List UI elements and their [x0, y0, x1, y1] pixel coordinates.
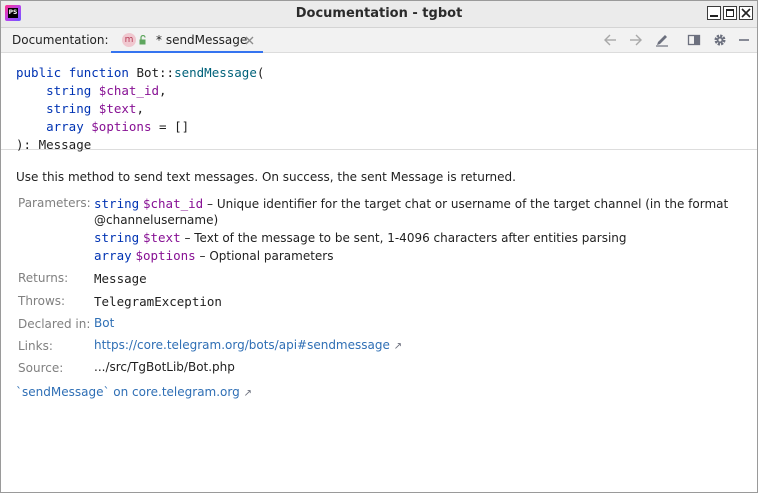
tab-title: * sendMessage	[156, 33, 248, 47]
unlock-icon	[139, 35, 146, 45]
param-var: $chat_id	[142, 196, 204, 211]
param-type: string	[46, 83, 92, 98]
links-label: Links:	[18, 339, 53, 353]
keyword-public: public	[16, 65, 62, 80]
minimize-panel-icon[interactable]	[737, 33, 751, 47]
returns-label: Returns:	[18, 271, 69, 285]
external-link-icon: ↗	[393, 341, 403, 352]
close-button[interactable]	[739, 6, 753, 20]
forward-arrow-icon[interactable]	[629, 33, 643, 47]
param-row: string $text – Text of the message to be…	[94, 230, 627, 245]
class-name: Bot::	[136, 65, 175, 80]
method-signature: public function Bot::sendMessage( string…	[1, 53, 757, 152]
param-type: string	[94, 196, 140, 211]
tab-sendmessage[interactable]: m * sendMessage	[111, 28, 263, 53]
documentation-toolbar: Documentation: m * sendMessage	[1, 28, 757, 53]
external-link-icon: ↗	[243, 388, 252, 399]
edit-source-icon[interactable]	[655, 33, 669, 47]
param-type: string	[94, 230, 140, 245]
param-description: – Optional parameters	[195, 249, 334, 263]
param-var: $text	[98, 101, 137, 116]
function-name: sendMessage	[174, 65, 257, 80]
api-doc-link-text: https://core.telegram.org/bots/api#sendm…	[94, 338, 390, 352]
external-doc-link-text: `sendMessage` on core.telegram.org	[16, 385, 240, 399]
param-description: – Unique identifier for the target chat …	[203, 197, 729, 211]
param-var: $options	[135, 248, 196, 263]
returns-value: Message	[94, 271, 147, 286]
throws-label: Throws:	[18, 294, 66, 308]
source-label: Source:	[18, 361, 64, 375]
open-paren: (	[256, 65, 265, 80]
documentation-label: Documentation:	[12, 33, 109, 47]
throws-value: TelegramException	[94, 294, 222, 309]
param-suffix: ,	[136, 101, 144, 116]
back-arrow-icon[interactable]	[603, 33, 617, 47]
param-row: array $options – Optional parameters	[94, 248, 333, 263]
window-controls	[707, 6, 753, 20]
close-icon	[741, 8, 751, 18]
param-suffix: = []	[151, 119, 190, 134]
api-doc-link[interactable]: https://core.telegram.org/bots/api#sendm…	[94, 338, 402, 352]
maximize-button[interactable]	[723, 6, 737, 20]
open-in-window-icon[interactable]	[687, 33, 701, 47]
param-type: string	[46, 101, 92, 116]
source-path: .../src/TgBotLib/Bot.php	[94, 360, 235, 374]
title-bar[interactable]: PS Documentation - tgbot	[1, 1, 757, 28]
parameters-label: Parameters:	[18, 196, 91, 210]
tab-close-icon[interactable]	[245, 36, 254, 45]
param-description-continuation: @channelusername)	[94, 213, 219, 227]
return-type-line: ): Message	[16, 137, 92, 152]
param-type: array	[94, 248, 132, 263]
minimize-button[interactable]	[707, 6, 721, 20]
method-description: Use this method to send text messages. O…	[16, 170, 516, 184]
gear-icon[interactable]	[713, 33, 727, 47]
window-title: Documentation - tgbot	[295, 6, 463, 21]
param-var: $text	[142, 230, 181, 245]
documentation-content: public function Bot::sendMessage( string…	[1, 53, 757, 492]
param-type: array	[46, 119, 84, 134]
external-doc-link[interactable]: `sendMessage` on core.telegram.org ↗	[16, 385, 252, 399]
param-var: $options	[91, 119, 152, 134]
param-var: $chat_id	[98, 83, 160, 98]
declared-in-label: Declared in:	[18, 317, 91, 331]
param-suffix: ,	[159, 83, 167, 98]
method-icon: m	[122, 33, 136, 47]
documentation-window: PS Documentation - tgbot Documentation: …	[0, 0, 758, 493]
keyword-function: function	[68, 65, 129, 80]
param-description: – Text of the message to be sent, 1-4096…	[180, 231, 627, 245]
declared-in-link[interactable]: Bot	[94, 316, 114, 330]
param-row: string $chat_id – Unique identifier for …	[94, 196, 728, 211]
